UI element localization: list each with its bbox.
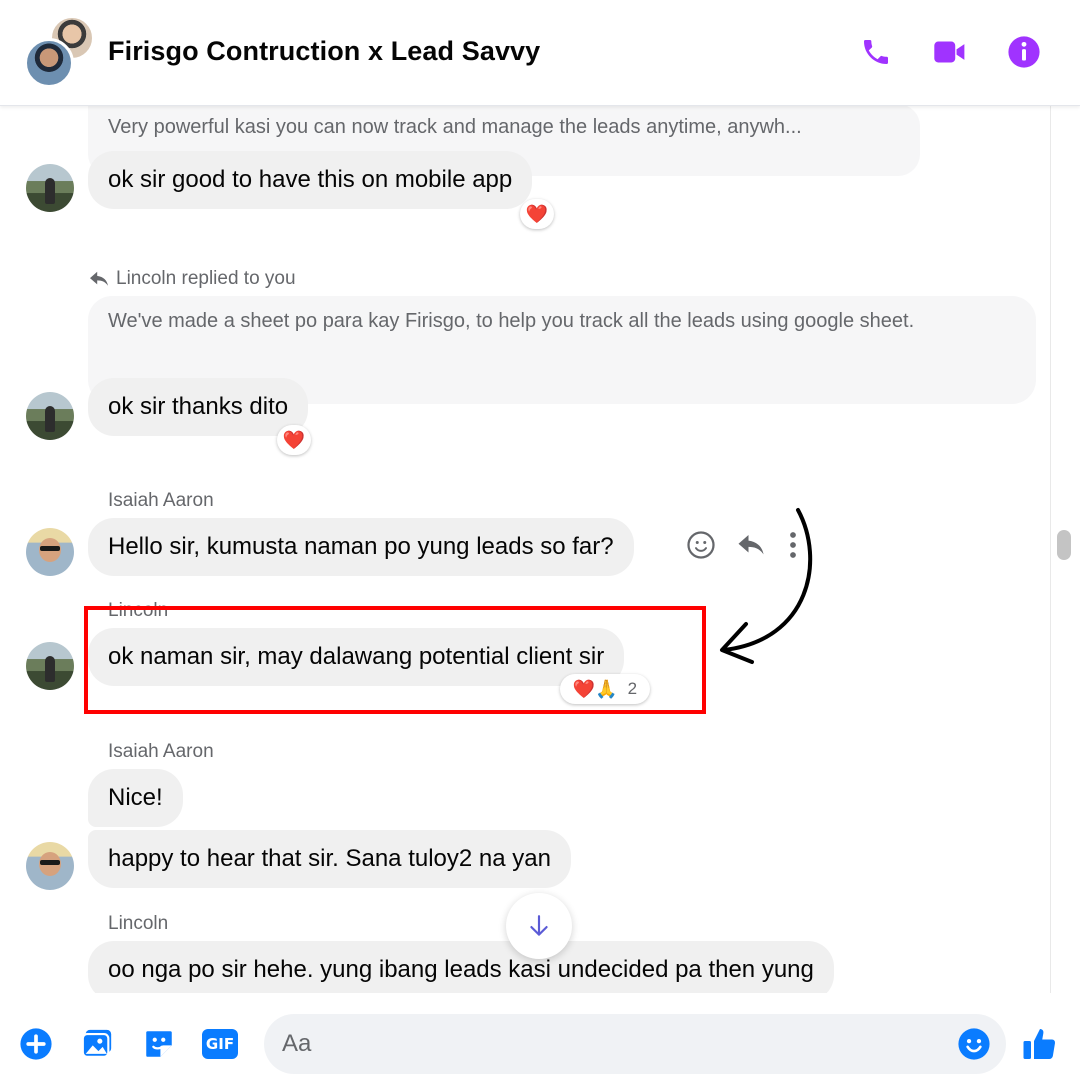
sticker-icon[interactable]: [141, 1026, 177, 1062]
message-input[interactable]: [282, 1028, 942, 1060]
highlight-box: [84, 606, 706, 714]
message-bubble[interactable]: Nice!: [88, 769, 183, 827]
message-bubble[interactable]: happy to hear that sir. Sana tuloy2 na y…: [88, 830, 571, 888]
sender-name: Isaiah Aaron: [108, 741, 214, 762]
avatar[interactable]: [26, 392, 74, 440]
message-bubble[interactable]: ok sir thanks dito: [88, 378, 309, 436]
group-avatar[interactable]: [24, 16, 96, 88]
member-avatar-2: [24, 38, 74, 88]
message-bubble[interactable]: oo nga po sir hehe. yung ibang leads kas…: [88, 941, 834, 993]
replied-label: Lincoln replied to you: [88, 268, 296, 290]
message-bubble[interactable]: ok sir good to have this on mobile app: [88, 151, 533, 209]
arrow-down-icon: [530, 915, 548, 936]
scrollbar-thumb[interactable]: [1057, 530, 1071, 560]
scroll-to-bottom-button[interactable]: [506, 893, 572, 959]
phone-icon[interactable]: [858, 34, 894, 70]
avatar[interactable]: [26, 842, 74, 890]
avatar[interactable]: [26, 164, 74, 212]
info-icon[interactable]: [1006, 34, 1042, 70]
avatar[interactable]: [26, 528, 74, 576]
message-input-box[interactable]: [264, 1014, 1006, 1074]
message-bubble[interactable]: Hello sir, kumusta naman po yung leads s…: [88, 518, 634, 576]
message-list[interactable]: Very powerful kasi you can now track and…: [0, 106, 1050, 993]
gif-icon[interactable]: GIF: [201, 1026, 239, 1062]
sender-name: Lincoln: [108, 913, 169, 934]
chat-header: Firisgo Contruction x Lead Savvy: [0, 0, 1080, 106]
annotation-arrow: [720, 508, 813, 664]
video-icon[interactable]: [932, 34, 968, 70]
reply-arrow-icon: [90, 271, 108, 286]
reaction-heart[interactable]: ❤️: [277, 425, 311, 455]
reaction-heart[interactable]: ❤️: [520, 199, 554, 229]
sender-name: Isaiah Aaron: [108, 490, 214, 511]
replied-text: Lincoln replied to you: [116, 268, 296, 289]
chat-title[interactable]: Firisgo Contruction x Lead Savvy: [108, 36, 540, 67]
like-icon[interactable]: [1022, 1026, 1058, 1062]
avatar[interactable]: [26, 642, 74, 690]
gif-label: GIF: [202, 1029, 238, 1059]
plus-icon[interactable]: [18, 1026, 54, 1062]
gallery-icon[interactable]: [79, 1026, 115, 1062]
emoji-icon[interactable]: [956, 1026, 992, 1062]
